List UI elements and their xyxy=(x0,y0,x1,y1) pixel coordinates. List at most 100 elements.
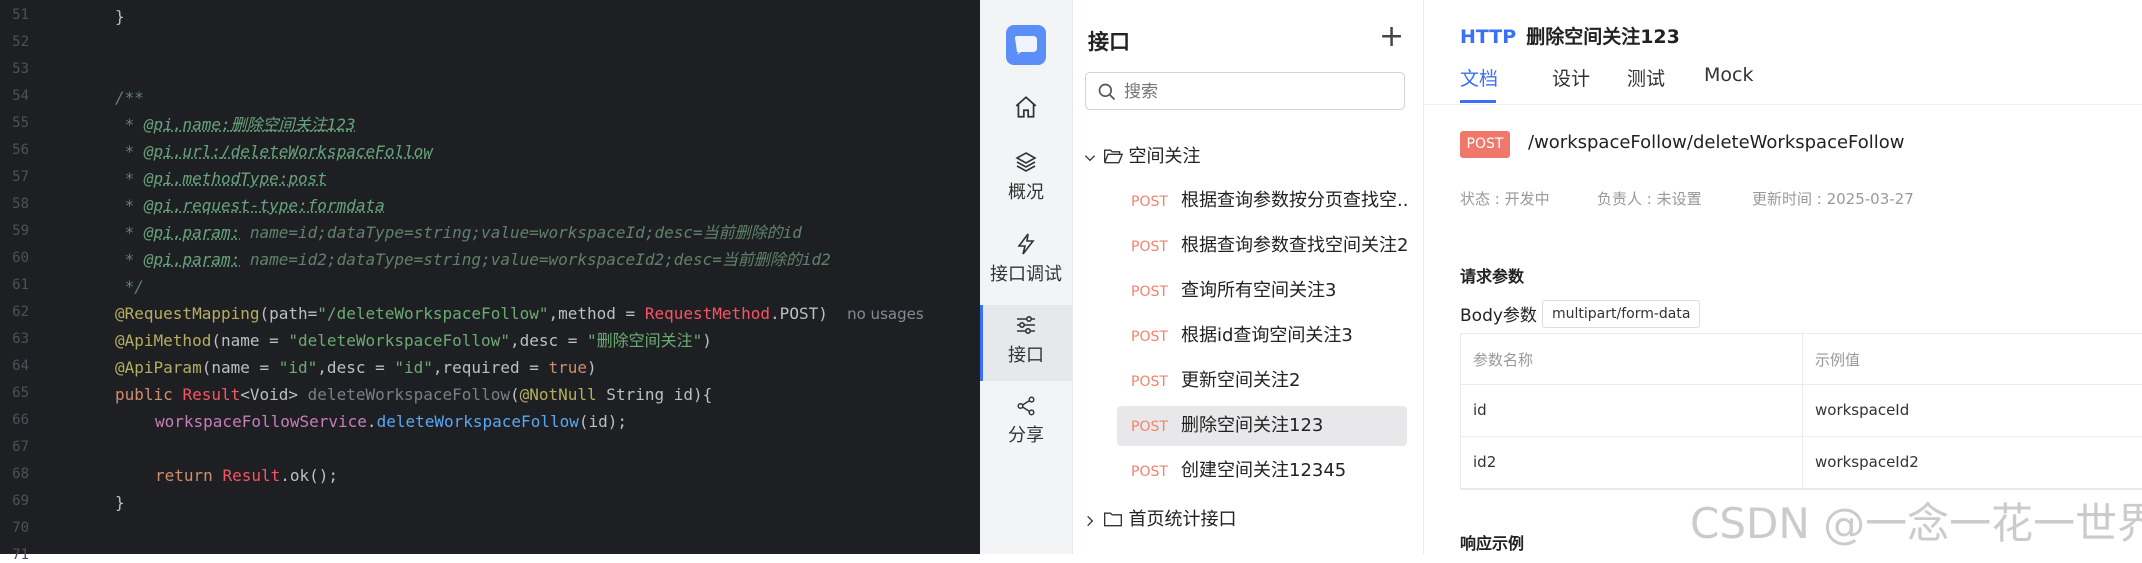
cell: workspaceId xyxy=(1815,401,1910,419)
sliders-icon xyxy=(1017,315,1035,335)
divider xyxy=(1424,104,2142,105)
code-line: * @pi.param: name=id;dataType=string;val… xyxy=(115,223,802,242)
owner-text: 负责人 : 未设置 xyxy=(1597,190,1702,208)
rail-item-interface[interactable]: 接口 xyxy=(980,305,1072,381)
column-divider xyxy=(1802,385,1803,436)
folder-open-icon xyxy=(1103,149,1123,164)
line-number: 54 xyxy=(12,88,29,104)
content-type-tag: multipart/form-data xyxy=(1542,300,1701,328)
line-number: 69 xyxy=(12,493,29,509)
api-header: HTTP 删除空间关注123 xyxy=(1460,22,1680,49)
line-number: 67 xyxy=(12,439,29,455)
rail-item-debug[interactable]: 接口调试 xyxy=(980,232,1072,286)
api-item[interactable]: POST 查询所有空间关注3 xyxy=(1117,271,1407,311)
rail-item-home[interactable] xyxy=(980,94,1072,124)
line-number: 68 xyxy=(12,466,29,482)
tab-docs[interactable]: 文档 xyxy=(1460,64,1498,91)
share-icon xyxy=(1017,396,1035,416)
chevron-right-icon[interactable] xyxy=(1083,514,1097,528)
updated-text: 更新时间 : 2025-03-27 xyxy=(1752,190,1914,208)
add-button[interactable]: + xyxy=(1379,22,1404,52)
method-label: POST xyxy=(1131,464,1168,480)
rail-item-label: 接口调试 xyxy=(990,264,1062,285)
method-label: POST xyxy=(1131,284,1168,300)
rail-item-overview[interactable]: 概况 xyxy=(980,150,1072,204)
line-number: 51 xyxy=(12,7,29,23)
cloud-icon xyxy=(1015,36,1037,55)
chevron-down-icon[interactable] xyxy=(1083,151,1097,165)
search-box[interactable] xyxy=(1085,72,1405,111)
folder-home-stats[interactable]: 首页统计接口 xyxy=(1083,505,1236,531)
api-name: 更新空间关注2 xyxy=(1181,370,1301,391)
active-indicator xyxy=(980,305,983,381)
line-number-gutter: 51 52 53 54 55 56 57 58 59 60 61 62 63 6… xyxy=(0,0,56,563)
code-line: * @pi.url:/deleteWorkspaceFollow xyxy=(115,142,433,161)
code-area[interactable]: } /** * @pi.name:删除空间关注123 * @pi.url:/de… xyxy=(115,0,980,554)
method-badge: POST xyxy=(1460,131,1510,158)
api-item[interactable]: POST 根据id查询空间关注3 xyxy=(1117,316,1407,356)
api-item[interactable]: POST 更新空间关注2 xyxy=(1117,361,1407,401)
panel-title: 接口 xyxy=(1088,30,1130,54)
method-label: POST xyxy=(1131,329,1168,345)
line-number: 71 xyxy=(12,547,29,563)
tab-design[interactable]: 设计 xyxy=(1552,64,1590,91)
folder-workspace-follow[interactable]: 空间关注 xyxy=(1083,142,1200,168)
api-item[interactable]: POST 根据查询参数按分页查找空... xyxy=(1117,181,1407,221)
app-logo xyxy=(1006,25,1046,65)
usage-hint[interactable]: no usages xyxy=(847,305,924,323)
line-number: 53 xyxy=(12,61,29,77)
method-label: POST xyxy=(1131,194,1168,210)
search-input[interactable] xyxy=(1122,73,1396,111)
api-title: 删除空间关注123 xyxy=(1526,26,1680,48)
body-label: Body参数 xyxy=(1460,306,1537,326)
table-row: id workspaceId xyxy=(1460,385,2142,437)
table-header: 参数名称 示例值 xyxy=(1460,333,2142,385)
line-number: 58 xyxy=(12,196,29,212)
line-number: 56 xyxy=(12,142,29,158)
tab-test[interactable]: 测试 xyxy=(1627,64,1665,91)
rail-item-label: 概况 xyxy=(1008,182,1044,203)
tab-mock[interactable]: Mock xyxy=(1704,64,1753,86)
protocol-label: HTTP xyxy=(1460,26,1517,48)
method-label: POST xyxy=(1131,374,1168,390)
api-name: 根据查询参数查找空间关注2 xyxy=(1181,235,1407,256)
table-row: id2 workspaceId2 xyxy=(1460,437,2142,489)
rail-item-label: 接口 xyxy=(1008,345,1044,366)
code-line: @RequestMapping(path="/deleteWorkspaceFo… xyxy=(115,304,924,323)
line-number: 57 xyxy=(12,169,29,185)
api-item[interactable]: POST 创建空间关注12345 xyxy=(1117,451,1407,491)
line-number: 64 xyxy=(12,358,29,374)
cell: id2 xyxy=(1473,453,1497,471)
rail-item-share[interactable]: 分享 xyxy=(980,395,1072,447)
header-cell: 参数名称 xyxy=(1473,351,1534,369)
api-item-selected[interactable]: POST 删除空间关注123 xyxy=(1117,406,1407,446)
rail-item-label: 分享 xyxy=(1008,425,1044,446)
cell: id xyxy=(1473,401,1487,419)
column-divider xyxy=(1802,437,1803,488)
code-line: * @pi.name:删除空间关注123 xyxy=(115,115,356,134)
code-line: public Result<Void> deleteWorkspaceFollo… xyxy=(115,385,713,404)
api-item[interactable]: POST 根据查询参数查找空间关注2 xyxy=(1117,226,1407,266)
code-line: } xyxy=(115,493,125,512)
cell: workspaceId2 xyxy=(1815,453,1919,471)
line-number: 63 xyxy=(12,331,29,347)
line-number: 61 xyxy=(12,277,29,293)
code-line: @ApiMethod(name = "deleteWorkspaceFollow… xyxy=(115,331,712,350)
code-line: workspaceFollowService.deleteWorkspaceFo… xyxy=(155,412,628,431)
code-line: * @pi.param: name=id2;dataType=string;va… xyxy=(115,250,831,269)
home-icon xyxy=(1015,96,1037,118)
section-title: 请求参数 xyxy=(1460,267,1525,286)
code-line: @ApiParam(name = "id",desc = "id",requir… xyxy=(115,358,597,377)
method-label: POST xyxy=(1131,239,1168,255)
code-line: */ xyxy=(115,277,144,296)
column-divider xyxy=(1802,333,1803,384)
section-title: 响应示例 xyxy=(1460,534,1525,553)
line-number: 65 xyxy=(12,385,29,401)
code-line: return Result.ok(); xyxy=(155,466,339,485)
api-path: /workspaceFollow/deleteWorkspaceFollow xyxy=(1528,132,1905,153)
line-number: 66 xyxy=(12,412,29,428)
api-name: 根据id查询空间关注3 xyxy=(1181,325,1353,346)
code-editor[interactable]: 51 52 53 54 55 56 57 58 59 60 61 62 63 6… xyxy=(0,0,980,563)
watermark: CSDN @一念一花一世界 xyxy=(1690,499,2142,548)
api-name: 创建空间关注12345 xyxy=(1181,460,1347,481)
